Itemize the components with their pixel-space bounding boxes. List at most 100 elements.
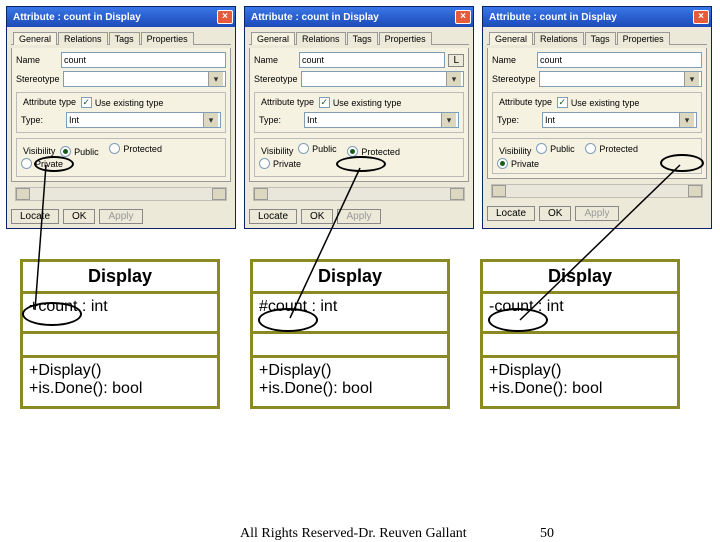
tab-panel: Name count L Stereotype Attribute type ✓… xyxy=(249,48,469,182)
button-row: Locate OK Apply xyxy=(245,207,473,228)
name-input[interactable]: count xyxy=(299,52,445,68)
locate-button[interactable]: Locate xyxy=(249,209,297,224)
uml-class-ops: +Display() +is.Done(): bool xyxy=(253,358,447,406)
visibility-label: Visibility xyxy=(259,146,295,156)
attribute-dialog: Attribute : count in Display × General R… xyxy=(482,6,712,229)
tab-general[interactable]: General xyxy=(251,32,295,45)
name-input[interactable]: count xyxy=(537,52,702,68)
tab-properties[interactable]: Properties xyxy=(617,32,670,45)
tab-general[interactable]: General xyxy=(489,32,533,45)
radio-protected[interactable]: Protected xyxy=(109,143,162,154)
radio-private[interactable]: Private xyxy=(21,158,63,169)
close-icon[interactable]: × xyxy=(217,10,233,24)
check-icon: ✓ xyxy=(81,97,92,108)
radio-public[interactable]: Public xyxy=(60,146,99,157)
tab-tags[interactable]: Tags xyxy=(109,32,140,45)
uml-class-box: Display +count : int +Display() +is.Done… xyxy=(20,259,220,409)
stereotype-label: Stereotype xyxy=(16,74,60,84)
close-icon[interactable]: × xyxy=(455,10,471,24)
attribute-type-group: Attribute type ✓ Use existing type Type:… xyxy=(254,92,464,133)
tab-relations[interactable]: Relations xyxy=(296,32,346,45)
ok-button[interactable]: OK xyxy=(539,206,571,221)
title-bar: Attribute : count in Display × xyxy=(7,7,235,27)
visibility-group: Visibility Public Protected Private xyxy=(492,138,702,174)
title-bar: Attribute : count in Display × xyxy=(245,7,473,27)
use-existing-checkbox[interactable]: ✓ Use existing type xyxy=(557,97,640,108)
tab-relations[interactable]: Relations xyxy=(534,32,584,45)
stereotype-label: Stereotype xyxy=(254,74,298,84)
radio-public[interactable]: Public xyxy=(298,143,337,154)
radio-public[interactable]: Public xyxy=(536,143,575,154)
radio-private[interactable]: Private xyxy=(259,158,301,169)
attribute-type-group: Attribute type ✓ Use existing type Type:… xyxy=(492,92,702,133)
button-row: Locate OK Apply xyxy=(483,204,711,225)
type-combo[interactable]: Int xyxy=(304,112,459,128)
radio-protected[interactable]: Protected xyxy=(585,143,638,154)
scrollbar-horizontal[interactable] xyxy=(253,187,465,201)
check-icon: ✓ xyxy=(319,97,330,108)
use-existing-checkbox[interactable]: ✓ Use existing type xyxy=(81,97,164,108)
stereotype-label: Stereotype xyxy=(492,74,536,84)
tab-panel: Name count Stereotype Attribute type ✓ U… xyxy=(11,48,231,182)
apply-button[interactable]: Apply xyxy=(337,209,380,224)
tab-tags[interactable]: Tags xyxy=(585,32,616,45)
tab-properties[interactable]: Properties xyxy=(379,32,432,45)
tab-strip: General Relations Tags Properties xyxy=(249,31,469,45)
attribute-dialog: Attribute : count in Display × General R… xyxy=(244,6,474,229)
tab-general[interactable]: General xyxy=(13,32,57,45)
uml-class-name: Display xyxy=(483,262,677,294)
uml-class-attrs: #count : int xyxy=(253,294,447,334)
tab-tags[interactable]: Tags xyxy=(347,32,378,45)
visibility-group: Visibility Public Protected Private xyxy=(254,138,464,177)
uml-class-ops: +Display() +is.Done(): bool xyxy=(483,358,677,406)
uml-row: Display +count : int +Display() +is.Done… xyxy=(0,229,720,419)
uml-class-attrs: -count : int xyxy=(483,294,677,334)
radio-private[interactable]: Private xyxy=(497,158,539,169)
locate-button[interactable]: Locate xyxy=(11,209,59,224)
check-icon: ✓ xyxy=(557,97,568,108)
uml-class-name: Display xyxy=(23,262,217,294)
ok-button[interactable]: OK xyxy=(63,209,95,224)
name-input[interactable]: count xyxy=(61,52,226,68)
visibility-label: Visibility xyxy=(497,146,533,156)
uml-class-attrs: +count : int xyxy=(23,294,217,334)
uml-class-box: Display -count : int +Display() +is.Done… xyxy=(480,259,680,409)
title-text: Attribute : count in Display xyxy=(251,12,379,23)
apply-button[interactable]: Apply xyxy=(575,206,618,221)
attribute-dialog: Attribute : count in Display × General R… xyxy=(6,6,236,229)
button-row: Locate OK Apply xyxy=(7,207,235,228)
stereotype-combo[interactable] xyxy=(63,71,226,87)
scrollbar-horizontal[interactable] xyxy=(15,187,227,201)
ok-button[interactable]: OK xyxy=(301,209,333,224)
type-label: Type: xyxy=(497,115,539,125)
stereotype-combo[interactable] xyxy=(539,71,702,87)
name-label: Name xyxy=(492,55,534,65)
radio-protected[interactable]: Protected xyxy=(347,146,400,157)
type-combo[interactable]: Int xyxy=(66,112,221,128)
tab-strip: General Relations Tags Properties xyxy=(11,31,231,45)
type-combo[interactable]: Int xyxy=(542,112,697,128)
scrollbar-horizontal[interactable] xyxy=(491,184,703,198)
visibility-group: Visibility Public Protected Private xyxy=(16,138,226,177)
attribute-type-label: Attribute type xyxy=(259,97,316,107)
small-button[interactable]: L xyxy=(448,54,464,67)
title-text: Attribute : count in Display xyxy=(13,12,141,23)
tab-relations[interactable]: Relations xyxy=(58,32,108,45)
tab-strip: General Relations Tags Properties xyxy=(487,31,707,45)
uml-class-ops: +Display() +is.Done(): bool xyxy=(23,358,217,406)
close-icon[interactable]: × xyxy=(693,10,709,24)
type-label: Type: xyxy=(21,115,63,125)
tab-panel: Name count Stereotype Attribute type ✓ U… xyxy=(487,48,707,179)
locate-button[interactable]: Locate xyxy=(487,206,535,221)
title-bar: Attribute : count in Display × xyxy=(483,7,711,27)
name-label: Name xyxy=(16,55,58,65)
tab-properties[interactable]: Properties xyxy=(141,32,194,45)
uml-class-name: Display xyxy=(253,262,447,294)
apply-button[interactable]: Apply xyxy=(99,209,142,224)
use-existing-checkbox[interactable]: ✓ Use existing type xyxy=(319,97,402,108)
attribute-type-group: Attribute type ✓ Use existing type Type:… xyxy=(16,92,226,133)
visibility-label: Visibility xyxy=(21,146,57,156)
stereotype-combo[interactable] xyxy=(301,71,464,87)
uml-class-box: Display #count : int +Display() +is.Done… xyxy=(250,259,450,409)
attribute-type-label: Attribute type xyxy=(497,97,554,107)
